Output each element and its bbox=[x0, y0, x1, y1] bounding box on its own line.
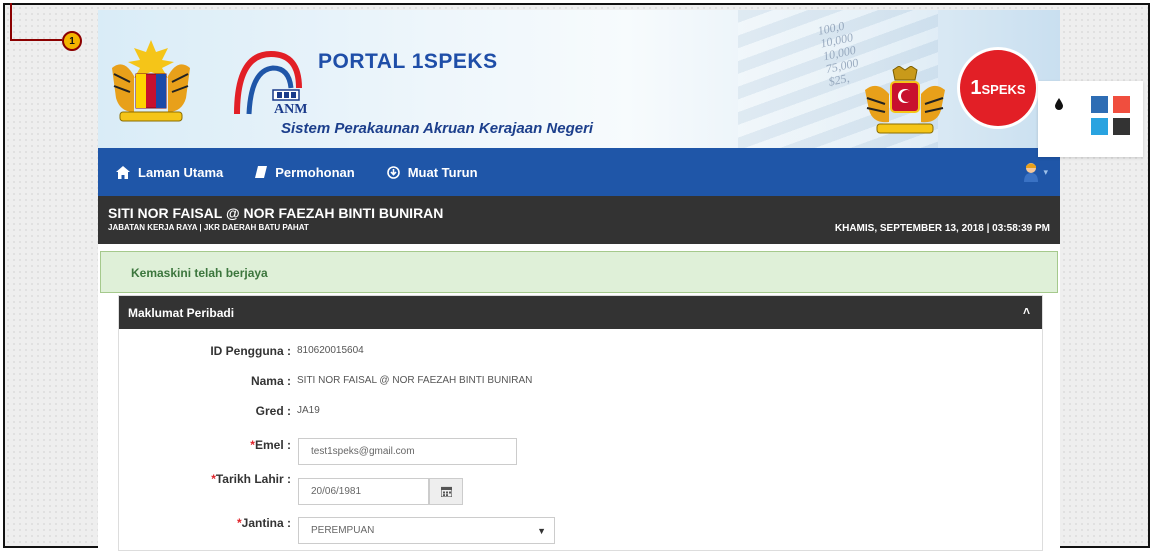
chevron-up-icon[interactable]: ˄ bbox=[1023, 304, 1030, 318]
user-info-bar: SITI NOR FAISAL @ NOR FAEZAH BINTI BUNIR… bbox=[98, 196, 1060, 244]
chevron-down-icon: ▾ bbox=[1043, 166, 1048, 177]
theme-swatch-red[interactable] bbox=[1113, 96, 1130, 113]
calendar-button[interactable] bbox=[429, 478, 463, 505]
theme-swatch-blue[interactable] bbox=[1091, 96, 1108, 113]
nav-item-label: Laman Utama bbox=[138, 164, 224, 180]
user-name: SITI NOR FAISAL @ NOR FAEZAH BINTI BUNIR… bbox=[108, 205, 444, 221]
user-menu-toggle[interactable]: ▾ bbox=[1023, 162, 1048, 182]
field-row-emel: *Emel : bbox=[119, 438, 1042, 468]
panel-header: Maklumat Peribadi ˄ bbox=[119, 296, 1042, 329]
user-avatar-icon bbox=[1024, 163, 1039, 182]
name-value: SITI NOR FAISAL @ NOR FAEZAH BINTI BUNIR… bbox=[297, 375, 533, 386]
download-circle-icon bbox=[386, 165, 400, 179]
callout-marker: 1 bbox=[62, 31, 82, 51]
field-label: *Tarikh Lahir : bbox=[211, 472, 291, 486]
personal-info-panel: Maklumat Peribadi ˄ ID Pengguna : 810620… bbox=[118, 295, 1043, 551]
book-icon bbox=[255, 166, 268, 178]
field-row-tarikh-lahir: *Tarikh Lahir : bbox=[119, 472, 1042, 502]
birthdate-field[interactable]: 20/06/1981 bbox=[298, 478, 429, 505]
email-field[interactable]: test1speks@gmail.com bbox=[298, 438, 517, 465]
droplet-icon[interactable] bbox=[1055, 98, 1063, 110]
field-label: *Jantina : bbox=[236, 516, 291, 530]
theme-color-picker bbox=[1038, 81, 1143, 157]
nav-item-label: Muat Turun bbox=[407, 164, 478, 180]
callout-line bbox=[10, 39, 62, 41]
user-department: JABATAN KERJA RAYA | JKR DAERAH BATU PAH… bbox=[108, 223, 309, 232]
1speks-logo: 1SPEKS bbox=[960, 50, 1036, 126]
callout-line bbox=[10, 3, 12, 41]
gender-select-value: PEREMPUAN bbox=[311, 525, 375, 536]
theme-swatch-lightblue[interactable] bbox=[1091, 118, 1108, 135]
nav-item-muat-turun[interactable]: Muat Turun bbox=[386, 164, 478, 180]
anm-label: ANM bbox=[274, 102, 308, 117]
calendar-icon bbox=[440, 486, 452, 497]
nav-item-permohonan[interactable]: Permohonan bbox=[255, 164, 355, 180]
field-row-jantina: *Jantina : bbox=[119, 516, 1042, 546]
main-navbar: Laman Utama Permohonan Muat Turun ▾ bbox=[98, 148, 1060, 196]
field-row-id: ID Pengguna : 810620015604 bbox=[119, 344, 1042, 374]
field-label: ID Pengguna : bbox=[210, 344, 291, 358]
success-alert: Kemaskini telah berjaya bbox=[100, 251, 1058, 293]
gender-select[interactable]: PEREMPUAN ▼ bbox=[298, 517, 555, 544]
current-datetime: KHAMIS, SEPTEMBER 13, 2018 | 03:58:39 PM bbox=[834, 223, 1050, 234]
user-id-value: 810620015604 bbox=[297, 345, 364, 356]
portal-page: 100,0 10,000 10,000 75,000 $25, ANM PORT… bbox=[98, 10, 1060, 551]
panel-title: Maklumat Peribadi bbox=[128, 306, 235, 320]
home-icon bbox=[116, 165, 130, 179]
nav-item-laman-utama[interactable]: Laman Utama bbox=[116, 165, 223, 180]
portal-subtitle: Sistem Perakaunan Akruan Kerajaan Negeri bbox=[281, 120, 594, 137]
johor-state-crest-logo bbox=[865, 66, 945, 134]
field-label: *Emel : bbox=[250, 438, 291, 452]
field-label: Nama : bbox=[250, 374, 291, 388]
field-row-nama: Nama : SITI NOR FAISAL @ NOR FAEZAH BINT… bbox=[119, 374, 1042, 404]
theme-swatch-dark[interactable] bbox=[1113, 118, 1130, 135]
portal-title: PORTAL 1SPEKS bbox=[318, 50, 498, 73]
nav-item-label: Permohonan bbox=[275, 164, 355, 180]
header-banner: 100,0 10,000 10,000 75,000 $25, ANM PORT… bbox=[98, 10, 1060, 148]
malaysia-coat-of-arms-logo bbox=[112, 40, 190, 122]
chevron-down-icon: ▼ bbox=[537, 526, 546, 536]
field-label: Gred : bbox=[255, 404, 291, 418]
grade-value: JA19 bbox=[297, 405, 320, 416]
field-row-gred: Gred : JA19 bbox=[119, 404, 1042, 434]
